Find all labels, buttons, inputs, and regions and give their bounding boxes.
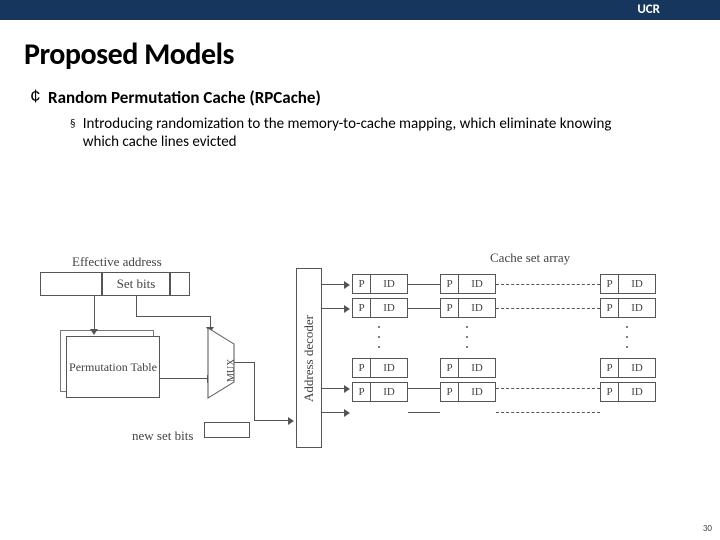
box-before-set bbox=[40, 272, 102, 296]
arrow-row-3 bbox=[344, 409, 350, 417]
cell-p: P bbox=[601, 299, 619, 317]
pid-box: PID bbox=[600, 382, 656, 402]
wire-dash-r1 bbox=[496, 308, 600, 309]
cell-p: P bbox=[353, 275, 371, 293]
arrow-row-2 bbox=[344, 385, 350, 393]
pid-box: PID bbox=[352, 298, 408, 318]
cell-p: P bbox=[441, 359, 459, 377]
pid-box: PID bbox=[352, 274, 408, 294]
perm-table-label: Permutation Table bbox=[69, 361, 157, 374]
wire-mux-out bbox=[234, 362, 254, 363]
page-number: 30 bbox=[703, 523, 712, 534]
pid-box: PID bbox=[352, 382, 408, 402]
bullet-1-text: Random Permutation Cache (RPCache) bbox=[48, 87, 321, 109]
cell-p: P bbox=[353, 299, 371, 317]
wire-col01-r2 bbox=[408, 388, 440, 389]
wire-dash-r3 bbox=[496, 412, 600, 413]
arrow-to-dec bbox=[288, 417, 294, 425]
label-effective-address: Effective address bbox=[72, 254, 162, 270]
arrow-row-0 bbox=[344, 281, 350, 289]
address-decoder: Address decoder bbox=[296, 268, 322, 448]
wire-col01-r0 bbox=[408, 284, 440, 285]
cache-col-n: PID PID PID PID bbox=[600, 274, 656, 406]
pid-box: PID bbox=[600, 358, 656, 378]
wire-setbits-to-perm bbox=[94, 296, 95, 332]
address-decoder-label: Address decoder bbox=[301, 315, 317, 402]
pid-box: PID bbox=[352, 358, 408, 378]
wire-perm-to-bend bbox=[160, 378, 186, 379]
header-org: UCR bbox=[637, 0, 660, 20]
wire-to-dec bbox=[254, 420, 292, 421]
wire-setbits-across bbox=[136, 316, 210, 317]
cell-p: P bbox=[353, 359, 371, 377]
pid-box: PID bbox=[440, 382, 496, 402]
cache-col-0: PID PID PID PID bbox=[352, 274, 408, 406]
label-new-set-bits: new set bits bbox=[132, 428, 193, 444]
cell-id: ID bbox=[619, 275, 655, 293]
label-cache-set-array: Cache set array bbox=[490, 250, 570, 266]
wire-col01-r3 bbox=[408, 412, 440, 413]
pid-box: PID bbox=[600, 298, 656, 318]
perm-table: Permutation Table bbox=[66, 336, 160, 398]
box-after-set bbox=[170, 272, 190, 296]
cell-p: P bbox=[601, 275, 619, 293]
cell-p: P bbox=[601, 359, 619, 377]
arrow-setbits-to-perm bbox=[90, 329, 98, 335]
pid-box: PID bbox=[440, 358, 496, 378]
bullets: ¢ Random Permutation Cache (RPCache) § I… bbox=[30, 87, 696, 151]
cell-id: ID bbox=[459, 275, 495, 293]
box-set-bits: Set bits bbox=[102, 272, 170, 296]
cell-id: ID bbox=[371, 383, 407, 401]
cell-id: ID bbox=[371, 299, 407, 317]
col-gap bbox=[352, 322, 408, 358]
col-gap bbox=[600, 322, 656, 358]
cell-id: ID bbox=[371, 275, 407, 293]
wire-dash-r2 bbox=[496, 388, 600, 389]
cell-id: ID bbox=[619, 359, 655, 377]
cell-p: P bbox=[441, 299, 459, 317]
pid-box: PID bbox=[600, 274, 656, 294]
slide-title: Proposed Models bbox=[24, 36, 696, 73]
header-bar: UCR bbox=[0, 0, 720, 20]
bullet-1-1: § Introducing randomization to the memor… bbox=[70, 115, 630, 151]
arrow-row-1 bbox=[344, 305, 350, 313]
cell-p: P bbox=[441, 383, 459, 401]
wire-col01-r1 bbox=[408, 308, 440, 309]
bullet-1: ¢ Random Permutation Cache (RPCache) bbox=[30, 87, 696, 109]
cell-id: ID bbox=[619, 383, 655, 401]
bullet-1-1-text: Introducing randomization to the memory-… bbox=[83, 115, 630, 151]
cell-p: P bbox=[441, 275, 459, 293]
bullet-marker-sq: § bbox=[70, 115, 83, 151]
pid-box: PID bbox=[440, 274, 496, 294]
cache-col-1: PID PID PID PID bbox=[440, 274, 496, 406]
box-new-set-bits bbox=[204, 422, 250, 438]
bullet-marker: ¢ bbox=[30, 87, 48, 109]
slide-content: Proposed Models ¢ Random Permutation Cac… bbox=[0, 20, 720, 151]
cell-id: ID bbox=[459, 359, 495, 377]
cell-id: ID bbox=[459, 299, 495, 317]
wire-setbits-down bbox=[136, 296, 137, 316]
rpcache-diagram: Effective address Cache set array Set bi… bbox=[40, 250, 680, 490]
pid-box: PID bbox=[440, 298, 496, 318]
cell-id: ID bbox=[619, 299, 655, 317]
cell-p: P bbox=[353, 383, 371, 401]
col-gap bbox=[440, 322, 496, 358]
wire-mux-down bbox=[254, 362, 255, 420]
wire-dash-r0 bbox=[496, 284, 600, 285]
cell-p: P bbox=[601, 383, 619, 401]
cell-id: ID bbox=[459, 383, 495, 401]
cell-id: ID bbox=[371, 359, 407, 377]
